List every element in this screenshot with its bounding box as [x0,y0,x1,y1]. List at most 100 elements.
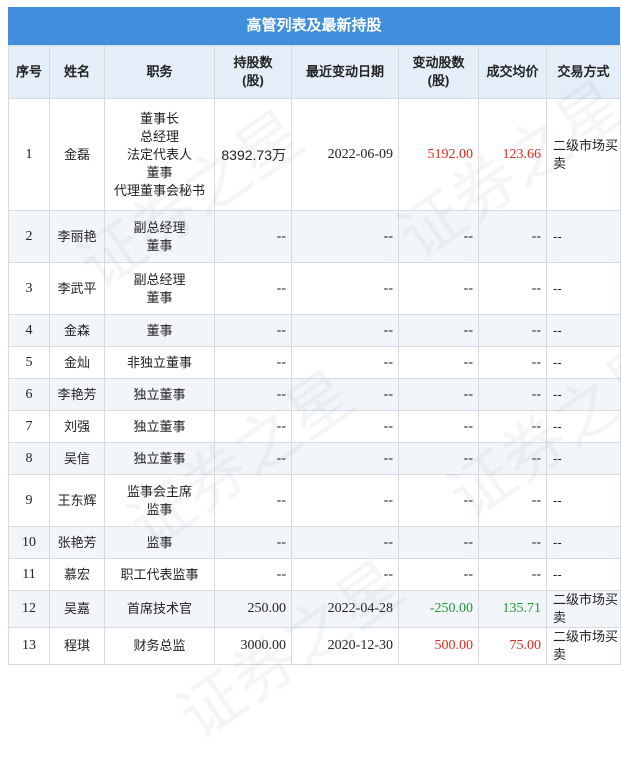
cell-shares: -- [214,262,292,315]
table-row: 4 金森 董事 -- -- -- -- -- [8,314,621,347]
cell-name: 刘强 [49,410,105,443]
col-header-shares-line: (股) [242,73,264,88]
cell-name: 金灿 [49,346,105,379]
cell-change: -- [398,410,479,443]
col-header-price: 成交均价 [478,45,547,99]
cell-name: 李艳芳 [49,378,105,411]
position-line: 独立董事 [133,418,186,434]
col-header-shares: 持股数 (股) [214,45,292,99]
cell-change: -- [398,314,479,347]
cell-index: 2 [8,210,50,263]
position-line: 副总经理 [133,219,186,235]
table-header-row: 序号 姓名 职务 持股数 (股) 最近变动日期 变动股数 (股) 成交均价 交易方式 [8,45,621,99]
cell-price: 135.71 [478,590,547,628]
cell-method: -- [546,474,621,527]
position-line: 副总经理 [133,271,186,287]
cell-name: 张艳芳 [49,526,105,559]
cell-positions: 监事会主席 监事 [104,474,215,527]
table-row: 9 王东辉 监事会主席 监事 -- -- -- -- -- [8,474,621,527]
cell-change: -- [398,378,479,411]
cell-index: 11 [8,558,50,591]
position-line: 总经理 [139,128,179,144]
cell-name: 程琪 [49,627,105,665]
cell-date: -- [291,346,399,379]
cell-method: 二级市场买卖 [546,627,621,665]
holdings-panel: 高管列表及最新持股 序号 姓名 职务 持股数 (股) 最近变动日期 变动股数 (股)… [8,7,621,665]
cell-price: -- [478,262,547,315]
cell-positions: 首席技术官 [104,590,215,628]
cell-name: 李丽艳 [49,210,105,263]
cell-name: 吴信 [49,442,105,475]
cell-price: -- [478,558,547,591]
position-line: 董事 [146,237,173,253]
position-line: 监事 [146,534,173,550]
cell-method: 二级市场买卖 [546,98,621,211]
cell-change: -- [398,558,479,591]
cell-positions: 独立董事 [104,378,215,411]
cell-index: 8 [8,442,50,475]
col-header-index: 序号 [8,45,50,99]
cell-name: 李武平 [49,262,105,315]
cell-price: -- [478,526,547,559]
position-line: 法定代表人 [126,146,192,162]
table-row: 12 吴嘉 首席技术官 250.00 2022-04-28 -250.00 135.71 二级… [8,590,621,628]
cell-date: -- [291,262,399,315]
position-line: 监事会主席 [126,483,192,499]
cell-shares: -- [214,410,292,443]
cell-shares: -- [214,210,292,263]
table-row: 7 刘强 独立董事 -- -- -- -- -- [8,410,621,443]
cell-change: 500.00 [398,627,479,665]
table-row: 1 金磊 董事长 总经理 法定代表人 董事 代理董事会秘书 8392.73万 2022-06-0… [8,98,621,211]
position-line: 独立董事 [133,450,186,466]
table-row: 2 李丽艳 副总经理 董事 -- -- -- -- -- [8,210,621,263]
cell-date: 2022-04-28 [291,590,399,628]
cell-date: -- [291,526,399,559]
cell-index: 12 [8,590,50,628]
position-line: 董事 [146,289,173,305]
cell-positions: 职工代表监事 [104,558,215,591]
cell-method: -- [546,558,621,591]
cell-price: -- [478,346,547,379]
cell-price: -- [478,210,547,263]
cell-index: 10 [8,526,50,559]
cell-positions: 财务总监 [104,627,215,665]
cell-change: -- [398,526,479,559]
cell-positions: 副总经理 董事 [104,210,215,263]
cell-method: -- [546,262,621,315]
cell-positions: 监事 [104,526,215,559]
cell-method: -- [546,442,621,475]
cell-index: 6 [8,378,50,411]
cell-positions: 副总经理 董事 [104,262,215,315]
cell-change: -- [398,262,479,315]
cell-positions: 独立董事 [104,442,215,475]
cell-price: -- [478,378,547,411]
cell-price: -- [478,442,547,475]
cell-shares: -- [214,558,292,591]
cell-positions: 董事 [104,314,215,347]
cell-change: -- [398,210,479,263]
cell-shares: -- [214,442,292,475]
position-line: 首席技术官 [126,601,192,616]
cell-index: 13 [8,627,50,665]
cell-shares: -- [214,378,292,411]
cell-price: -- [478,474,547,527]
cell-date: -- [291,314,399,347]
col-header-change-text: 变动股数 (股) [399,54,478,90]
position-line: 财务总监 [133,638,186,653]
col-header-date: 最近变动日期 [291,45,399,99]
cell-shares: -- [214,474,292,527]
cell-method: -- [546,210,621,263]
cell-shares: -- [214,526,292,559]
cell-method: -- [546,526,621,559]
cell-date: -- [291,442,399,475]
col-header-shares-text: 持股数 (股) [215,54,291,90]
cell-price: 75.00 [478,627,547,665]
cell-change: -- [398,442,479,475]
table-row: 6 李艳芳 独立董事 -- -- -- -- -- [8,378,621,411]
cell-positions: 董事长 总经理 法定代表人 董事 代理董事会秘书 [104,98,215,211]
col-header-shares-line: 持股数 [233,55,273,70]
cell-method: 二级市场买卖 [546,590,621,628]
position-line: 代理董事会秘书 [113,182,205,198]
cell-positions: 非独立董事 [104,346,215,379]
position-line: 非独立董事 [126,354,192,370]
